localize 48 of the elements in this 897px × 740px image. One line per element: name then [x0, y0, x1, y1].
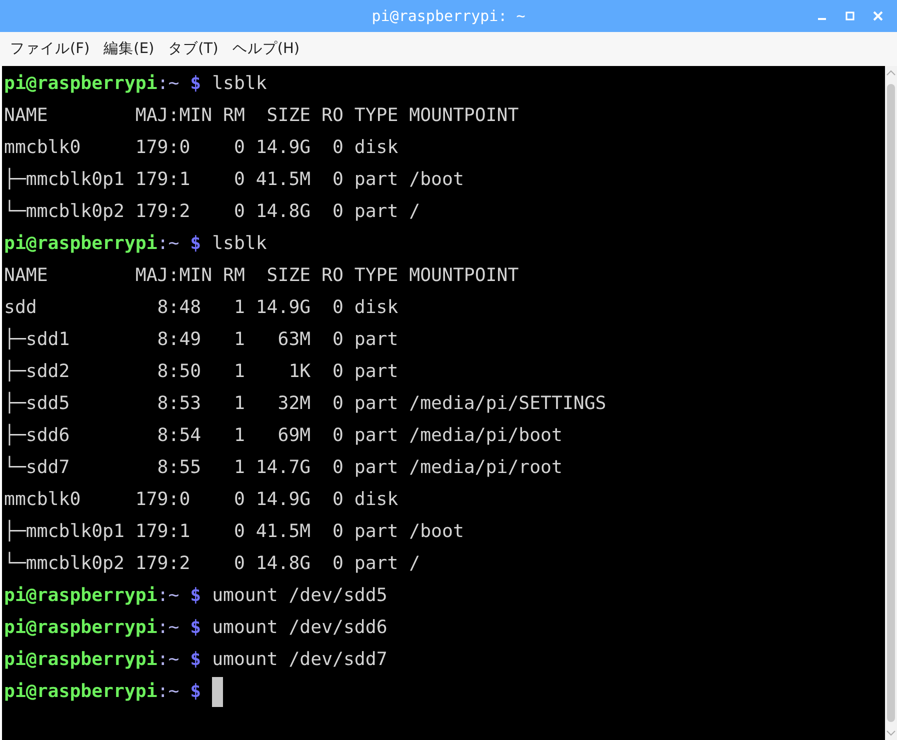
output-line: ├─sdd2 8:50 1 1K 0 part	[4, 361, 398, 382]
prompt-user-host: pi@raspberrypi	[4, 585, 158, 606]
output-line: mmcblk0 179:0 0 14.9G 0 disk	[4, 137, 398, 158]
prompt-user-host: pi@raspberrypi	[4, 233, 158, 254]
terminal-area[interactable]	[2, 66, 885, 740]
command-text: umount /dev/sdd5	[212, 585, 388, 606]
output-line: ├─sdd1 8:49 1 63M 0 part	[4, 329, 398, 350]
command-text: lsblk	[212, 233, 267, 254]
output-line: └─sdd7 8:55 1 14.7G 0 part /media/pi/root	[4, 457, 562, 478]
output-line: ├─sdd6 8:54 1 69M 0 part /media/pi/boot	[4, 425, 562, 446]
scrollbar[interactable]	[885, 66, 897, 740]
output-line: mmcblk0 179:0 0 14.9G 0 disk	[4, 489, 398, 510]
menu-item[interactable]: 編集(E)	[104, 32, 154, 66]
output-line: NAME MAJ:MIN RM SIZE RO TYPE MOUNTPOINT	[4, 105, 519, 126]
output-line: └─mmcblk0p2 179:2 0 14.8G 0 part /	[4, 201, 420, 222]
prompt-symbol: $	[190, 73, 202, 94]
menu-item[interactable]: ファイル(F)	[10, 32, 90, 66]
prompt-symbol: $	[190, 649, 202, 670]
prompt-path: :~	[157, 649, 180, 670]
prompt-path: :~	[157, 233, 180, 254]
menu-item[interactable]: ヘルプ(H)	[232, 32, 300, 66]
menu-item[interactable]: タブ(T)	[168, 32, 218, 66]
prompt-user-host: pi@raspberrypi	[4, 681, 158, 702]
command-text: lsblk	[212, 73, 267, 94]
prompt-path: :~	[157, 617, 180, 638]
output-line: ├─sdd5 8:53 1 32M 0 part /media/pi/SETTINGS	[4, 393, 606, 414]
prompt-path: :~	[157, 585, 180, 606]
command-text: umount /dev/sdd6	[212, 617, 388, 638]
output-line: NAME MAJ:MIN RM SIZE RO TYPE MOUNTPOINT	[4, 265, 519, 286]
command-text: umount /dev/sdd7	[212, 649, 388, 670]
prompt-symbol: $	[190, 681, 202, 702]
prompt-path: :~	[157, 681, 180, 702]
scrollbar-thumb[interactable]	[887, 84, 895, 722]
output-line: └─mmcblk0p2 179:2 0 14.8G 0 part /	[4, 553, 420, 574]
output-line: sdd 8:48 1 14.9G 0 disk	[4, 297, 398, 318]
cursor	[212, 677, 224, 708]
prompt-path: :~	[157, 73, 180, 94]
prompt-user-host: pi@raspberrypi	[4, 73, 158, 94]
window-title: pi@raspberrypi: ~	[372, 6, 526, 27]
prompt-symbol: $	[190, 233, 202, 254]
prompt-symbol: $	[190, 617, 202, 638]
maximize-icon[interactable]	[845, 11, 855, 21]
close-icon[interactable]	[873, 11, 883, 21]
prompt-symbol: $	[190, 585, 202, 606]
prompt-user-host: pi@raspberrypi	[4, 617, 158, 638]
prompt-user-host: pi@raspberrypi	[4, 649, 158, 670]
output-line: ├─mmcblk0p1 179:1 0 41.5M 0 part /boot	[4, 169, 464, 190]
output-line: ├─mmcblk0p1 179:1 0 41.5M 0 part /boot	[4, 521, 464, 542]
